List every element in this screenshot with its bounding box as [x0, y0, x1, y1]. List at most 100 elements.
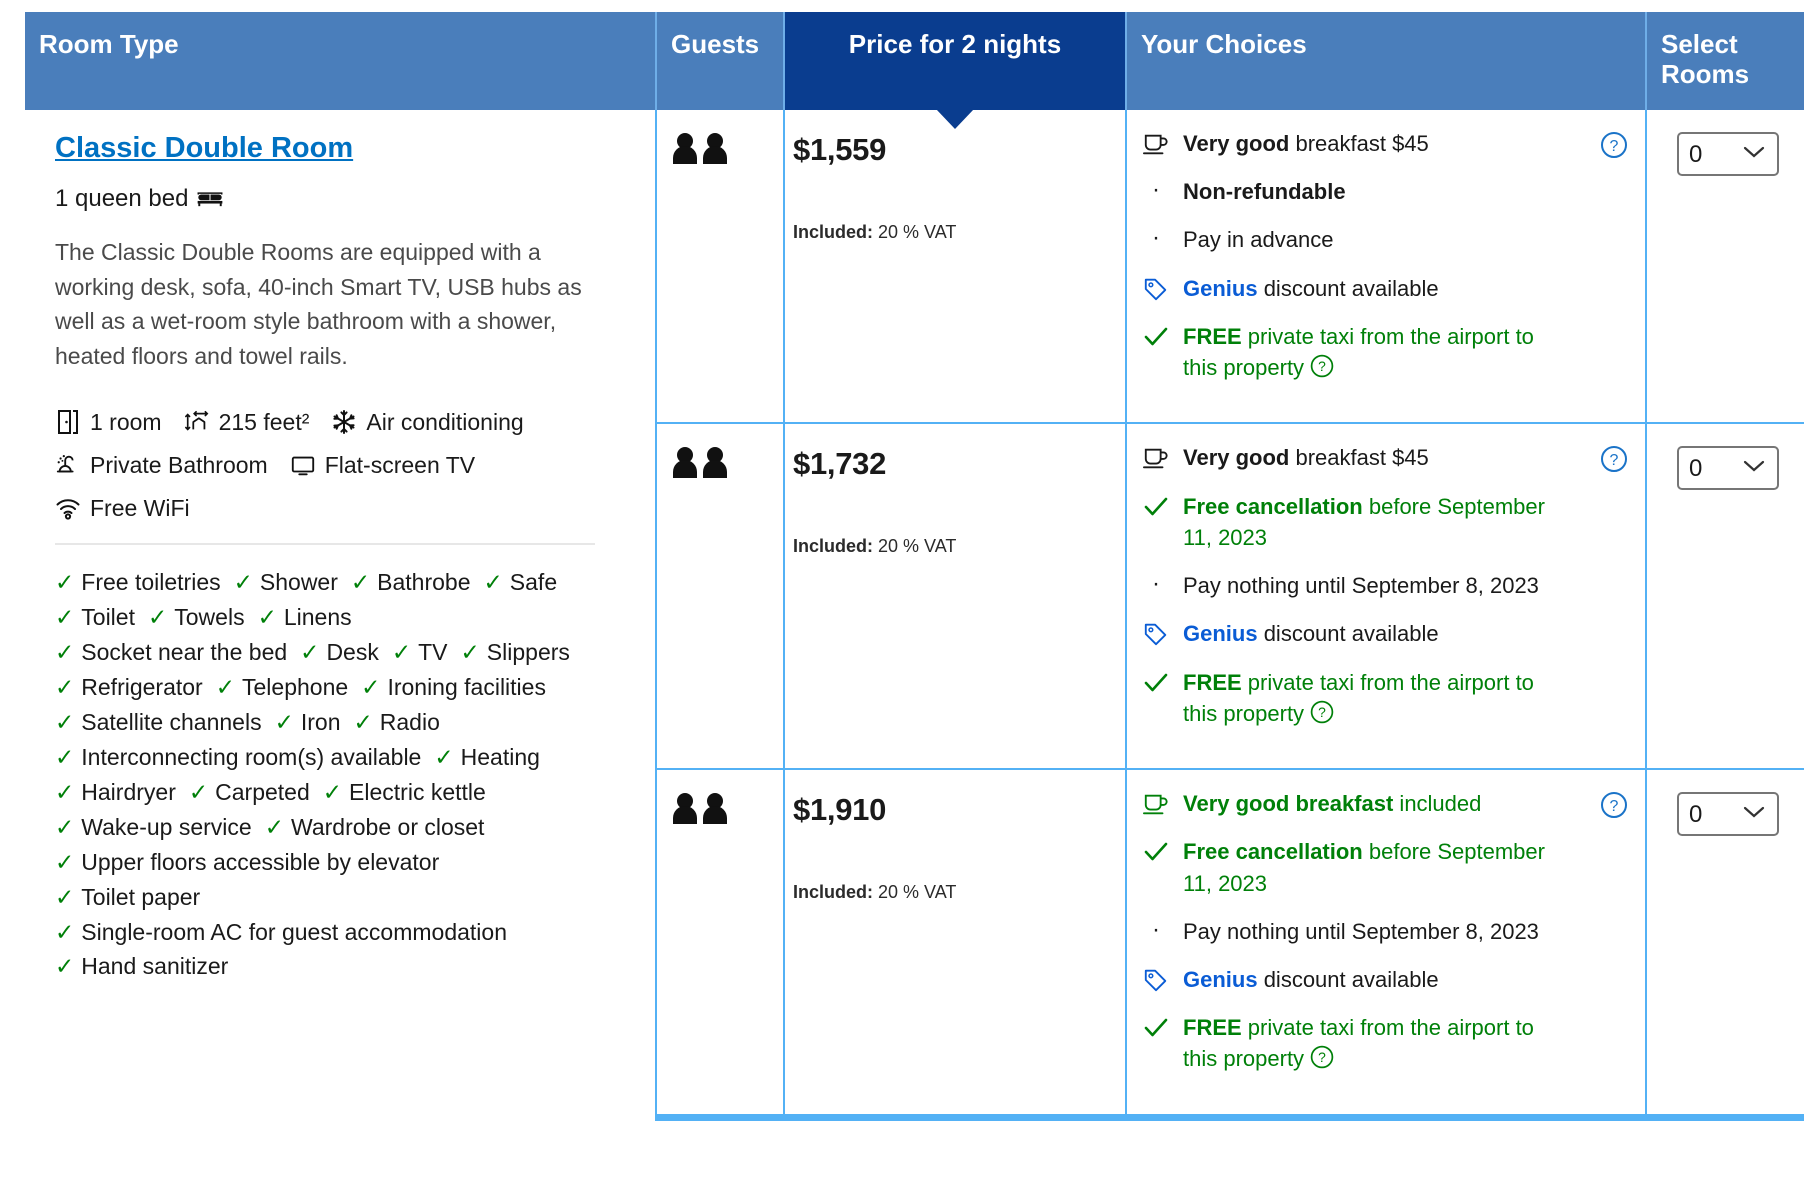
bullet-icon: ·	[1152, 915, 1160, 943]
svg-text:?: ?	[1610, 452, 1619, 469]
choice-rest: Pay nothing until September 8, 2023	[1183, 918, 1539, 944]
select-rooms-wrapper[interactable]: 0123	[1677, 446, 1779, 491]
amenity-label: Iron	[300, 708, 341, 735]
choice-emphasis: FREE	[1183, 669, 1242, 695]
breakfast-help-icon[interactable]: ?	[1599, 130, 1629, 165]
price-amount: $1,559	[793, 132, 887, 167]
amenity-label: Wake-up service	[81, 813, 252, 840]
two-guests-icon	[671, 447, 735, 484]
facility-area: 215 feet²	[184, 409, 309, 435]
facility-air-conditioning: Air conditioning	[331, 409, 524, 435]
price-included-note: Included: 20 % VAT	[793, 222, 1125, 243]
amenity-item: ✓ Carpeted	[189, 775, 310, 810]
amenity-item: ✓ Hand sanitizer	[55, 949, 228, 984]
choice-text: Genius discount available	[1183, 964, 1439, 995]
breakfast-help-icon[interactable]: ?	[1599, 790, 1629, 825]
amenity-label: Carpeted	[215, 778, 310, 805]
choice-emphasis: Very good	[1183, 131, 1290, 156]
amenity-label: Toilet	[81, 603, 135, 630]
check-icon	[1143, 321, 1169, 350]
room-description: The Classic Double Rooms are equipped wi…	[55, 239, 582, 369]
amenity-item: ✓ Shower	[234, 565, 338, 600]
choices-list: Very good breakfast $45 Free cancellation…	[1143, 442, 1633, 733]
choice-item: Free cancellation before September 11, 2…	[1143, 836, 1573, 898]
amenity-row: ✓ Socket near the bed ✓ Desk ✓ TV ✓ Slippers	[55, 635, 600, 670]
choice-rest: Pay nothing until September 8, 2023	[1183, 573, 1539, 599]
included-value: 20 % VAT	[878, 222, 957, 242]
choice-text: Non-refundable	[1183, 176, 1346, 207]
check-icon: ✓	[215, 673, 235, 700]
coffee-icon	[1143, 128, 1169, 157]
facility-flat-screen-tv: Flat-screen TV	[290, 452, 475, 478]
price-included-note: Included: 20 % VAT	[793, 536, 1125, 557]
amenity-item: ✓ Toilet paper	[55, 880, 200, 915]
choice-emphasis: FREE	[1183, 1015, 1242, 1041]
room-availability-table: Room Type Guests Price for 2 nights Your…	[25, 12, 1804, 1121]
select-rooms-wrapper[interactable]: 0123	[1677, 792, 1779, 837]
facility-room-count: 1 room	[55, 409, 162, 435]
choice-emphasis: Genius	[1183, 275, 1258, 301]
included-value: 20 % VAT	[878, 882, 957, 903]
amenity-item: ✓ Interconnecting room(s) available	[55, 740, 421, 775]
price-cell: $1,910 Included: 20 % VAT	[785, 770, 1127, 1121]
select-rooms-wrapper[interactable]: 0123	[1677, 132, 1779, 176]
choice-item: · Pay nothing until September 8, 2023	[1143, 916, 1573, 947]
breakfast-help-icon[interactable]: ?	[1599, 444, 1629, 479]
your-choices-cell: ? Very good breakfast $45 · Non-refundable…	[1127, 110, 1647, 425]
amenity-item: ✓ Telephone	[216, 670, 348, 705]
amenity-row: ✓ Refrigerator ✓ Telephone ✓ Ironing faciliti…	[55, 670, 600, 705]
amenity-item: ✓ Desk	[300, 635, 379, 670]
check-icon: ✓	[350, 569, 371, 595]
taxi-help-icon[interactable]: ?	[1309, 1044, 1335, 1078]
amenity-item: ✓ Safe	[484, 565, 558, 600]
taxi-help-icon[interactable]: ?	[1309, 353, 1335, 387]
bullet-icon: ·	[1152, 176, 1160, 204]
room-facilities: 1 room 215 feet² Air conditioning Privat…	[55, 409, 595, 521]
amenity-item: ✓ Electric kettle	[323, 775, 486, 810]
two-guests-icon	[671, 133, 735, 170]
amenity-item: ✓ Wardrobe or closet	[265, 810, 485, 845]
amenity-item: ✓ Bathrobe	[351, 565, 471, 600]
select-rooms-dropdown[interactable]: 0123	[1677, 132, 1779, 176]
check-icon: ✓	[55, 673, 75, 700]
select-rooms-dropdown[interactable]: 0123	[1677, 792, 1779, 837]
check-icon: ✓	[391, 638, 412, 665]
amenity-label: Hairdryer	[81, 778, 176, 805]
amenity-item: ✓ Free toiletries	[55, 565, 221, 600]
amenity-label: Bathrobe	[377, 569, 471, 595]
check-icon: ✓	[257, 603, 277, 630]
included-label: Included:	[793, 222, 873, 242]
amenity-item: ✓ Iron	[275, 705, 341, 740]
door-icon	[55, 409, 81, 435]
check-icon: ✓	[55, 638, 75, 665]
two-guests-icon	[671, 793, 735, 830]
room-name-link[interactable]: Classic Double Room	[55, 132, 353, 165]
amenity-item: ✓ Hairdryer	[55, 775, 176, 810]
choice-item: Free cancellation before September 11, 2…	[1143, 491, 1573, 553]
select-rooms-cell: 0123	[1647, 110, 1804, 425]
facility-row: Private Bathroom Flat-screen TV	[55, 452, 595, 478]
amenity-row: ✓ Interconnecting room(s) available ✓ Heati…	[55, 740, 600, 775]
choice-rest: breakfast $45	[1289, 445, 1429, 471]
amenity-item: ✓ Wake-up service	[55, 810, 252, 845]
included-label: Included:	[793, 882, 873, 903]
svg-text:?: ?	[1318, 358, 1326, 374]
tag-icon	[1143, 273, 1169, 302]
tv-icon	[290, 452, 316, 478]
facility-label: Private Bathroom	[90, 451, 268, 478]
amenity-label: Toilet paper	[81, 883, 201, 910]
check-icon: ✓	[233, 569, 253, 595]
choice-text: Very good breakfast $45	[1183, 442, 1429, 473]
guests-cell	[657, 424, 785, 771]
your-choices-cell: ? Very good breakfast $45 Free cancellati…	[1127, 424, 1647, 771]
choice-emphasis: Very good breakfast	[1183, 791, 1394, 817]
check-icon: ✓	[55, 778, 75, 805]
select-rooms-dropdown[interactable]: 0123	[1677, 446, 1779, 491]
amenity-label: Hand sanitizer	[81, 953, 229, 980]
check-icon: ✓	[361, 673, 381, 700]
taxi-help-icon[interactable]: ?	[1309, 699, 1335, 733]
amenity-item: ✓ Ironing facilities	[361, 670, 546, 705]
amenity-label: Shower	[259, 569, 338, 595]
choice-text: Pay nothing until September 8, 2023	[1183, 916, 1539, 947]
choice-emphasis: FREE	[1183, 323, 1242, 349]
